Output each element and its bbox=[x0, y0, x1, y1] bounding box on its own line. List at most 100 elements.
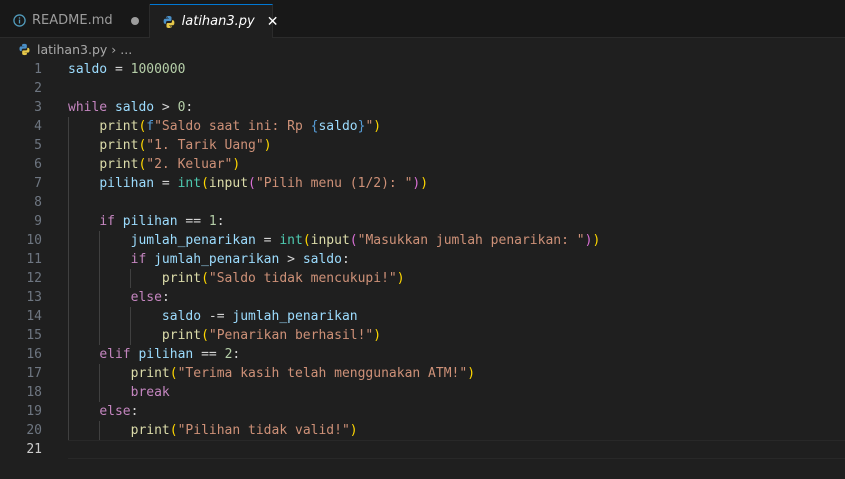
line-number: 4 bbox=[34, 119, 42, 134]
code-line[interactable]: 10 jumlah_penarikan = int(input("Masukka… bbox=[0, 231, 845, 250]
code-token: input bbox=[208, 176, 249, 191]
unsaved-dot-icon[interactable] bbox=[130, 16, 139, 25]
code-editor[interactable]: 1 saldo = 1000000 2 3 while saldo > 0: 4 prin… bbox=[0, 60, 845, 459]
line-number: 15 bbox=[26, 328, 42, 343]
line-number: 11 bbox=[26, 252, 42, 267]
line-number: 12 bbox=[26, 271, 42, 286]
indent-guide bbox=[68, 364, 69, 383]
code-line[interactable]: 9 if pilihan == 1: bbox=[0, 212, 845, 231]
code-text: print("Penarikan berhasil!") bbox=[68, 326, 381, 345]
indent-guide bbox=[68, 345, 69, 364]
breadcrumb: latihan3.py › ... bbox=[0, 38, 845, 60]
code-token: ) bbox=[467, 366, 476, 381]
indent-guide bbox=[99, 421, 101, 440]
indent-guide bbox=[99, 364, 101, 383]
code-line[interactable]: 18 break bbox=[0, 383, 845, 402]
indent-guide bbox=[68, 136, 69, 155]
code-token: pilihan bbox=[138, 347, 194, 362]
indent-guide bbox=[68, 174, 69, 193]
breadcrumb-file[interactable]: latihan3.py bbox=[37, 42, 107, 57]
indent-guide bbox=[99, 326, 101, 345]
indent-guide bbox=[130, 326, 132, 345]
code-token: : bbox=[216, 214, 225, 229]
line-number: 14 bbox=[26, 309, 42, 324]
code-token: print bbox=[161, 328, 202, 343]
line-number: 10 bbox=[26, 233, 42, 248]
code-text: pilihan = int(input("Pilih menu (1/2): "… bbox=[68, 174, 428, 193]
code-text: while saldo > 0: bbox=[68, 98, 193, 117]
indent-guide bbox=[68, 326, 69, 345]
indent-guide bbox=[68, 383, 69, 402]
line-number: 20 bbox=[26, 423, 42, 438]
close-icon[interactable]: ✕ bbox=[267, 15, 279, 29]
code-token: ) bbox=[396, 271, 405, 286]
code-token: ) bbox=[232, 157, 241, 172]
code-token: "Saldo tidak mencukupi!" bbox=[208, 271, 397, 286]
indent-guide bbox=[68, 231, 69, 250]
code-token: int bbox=[279, 233, 303, 248]
code-token: 1000000 bbox=[130, 62, 186, 77]
code-line[interactable]: 3 while saldo > 0: bbox=[0, 98, 845, 117]
code-line[interactable]: 1 saldo = 1000000 bbox=[0, 60, 845, 79]
indent-guide bbox=[99, 250, 101, 269]
code-line[interactable]: 20 print("Pilihan tidak valid!") bbox=[0, 421, 845, 440]
code-line[interactable]: 14 saldo -= jumlah_penarikan bbox=[0, 307, 845, 326]
code-token: if bbox=[130, 252, 147, 267]
code-text: saldo -= jumlah_penarikan bbox=[68, 307, 358, 326]
tab-readme[interactable]: README.md bbox=[0, 4, 150, 37]
indent-guide bbox=[68, 307, 69, 326]
tab-latihan3-label: latihan3.py bbox=[181, 14, 255, 29]
code-token: ) bbox=[349, 423, 358, 438]
code-line[interactable]: 19 else: bbox=[0, 402, 845, 421]
code-token: : bbox=[161, 290, 170, 305]
code-token: == bbox=[193, 347, 225, 362]
code-token: ( bbox=[349, 233, 358, 248]
code-token: "Penarikan berhasil!" bbox=[208, 328, 374, 343]
code-token: f bbox=[146, 119, 155, 134]
line-number: 13 bbox=[26, 290, 42, 305]
code-token: 1 bbox=[208, 214, 217, 229]
code-token: break bbox=[130, 385, 170, 400]
code-line[interactable]: 15 print("Penarikan berhasil!") bbox=[0, 326, 845, 345]
line-number: 16 bbox=[26, 347, 42, 362]
tab-latihan3[interactable]: latihan3.py ✕ bbox=[149, 4, 278, 38]
code-line[interactable]: 6 print("2. Keluar") bbox=[0, 155, 845, 174]
line-number: 7 bbox=[34, 176, 42, 191]
code-line[interactable]: 21 bbox=[0, 440, 845, 459]
code-line[interactable]: 8 bbox=[0, 193, 845, 212]
code-line[interactable]: 16 elif pilihan == 2: bbox=[0, 345, 845, 364]
code-line[interactable]: 12 print("Saldo tidak mencukupi!") bbox=[0, 269, 845, 288]
code-text: print("1. Tarik Uang") bbox=[68, 136, 272, 155]
code-line[interactable]: 7 pilihan = int(input("Pilih menu (1/2):… bbox=[0, 174, 845, 193]
code-token: saldo bbox=[68, 62, 108, 77]
line-number: 1 bbox=[34, 62, 42, 77]
code-text: print(f"Saldo saat ini: Rp {saldo}") bbox=[68, 117, 381, 136]
code-token: print bbox=[99, 138, 139, 153]
code-line[interactable]: 13 else: bbox=[0, 288, 845, 307]
python-icon bbox=[162, 15, 176, 29]
code-line[interactable]: 17 print("Terima kasih telah menggunakan… bbox=[0, 364, 845, 383]
code-token: else bbox=[130, 290, 162, 305]
code-line[interactable]: 2 bbox=[0, 79, 845, 98]
code-token: ( bbox=[201, 328, 209, 343]
code-line[interactable]: 5 print("1. Tarik Uang") bbox=[0, 136, 845, 155]
code-token: : bbox=[232, 347, 241, 362]
code-token: elif bbox=[99, 347, 131, 362]
indent-guide bbox=[99, 269, 101, 288]
code-token: ) bbox=[373, 328, 382, 343]
code-token: pilihan bbox=[122, 214, 178, 229]
code-token: "2. Keluar" bbox=[146, 157, 233, 172]
breadcrumb-symbols[interactable]: ... bbox=[120, 42, 132, 57]
python-icon bbox=[18, 42, 32, 56]
code-line[interactable]: 11 if jumlah_penarikan > saldo: bbox=[0, 250, 845, 269]
indent-guide bbox=[68, 193, 69, 212]
code-line[interactable]: 4 print(f"Saldo saat ini: Rp {saldo}") bbox=[0, 117, 845, 136]
code-text: print("2. Keluar") bbox=[68, 155, 240, 174]
code-text: break bbox=[68, 383, 170, 402]
